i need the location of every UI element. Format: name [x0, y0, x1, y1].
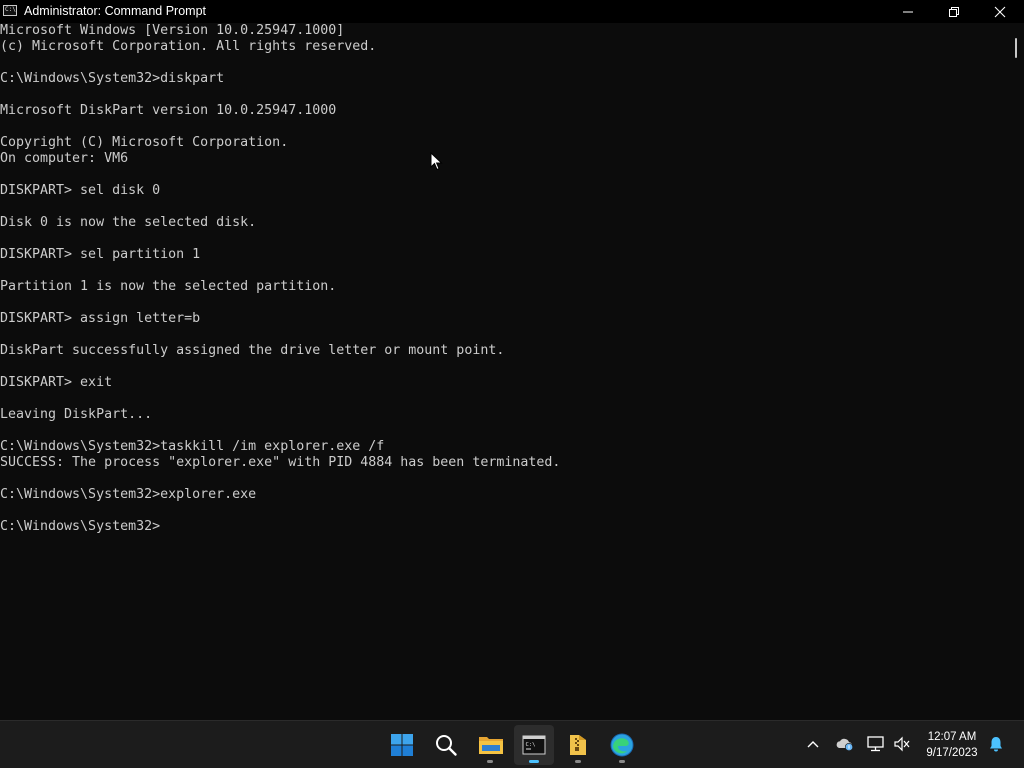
notification-bell-icon[interactable] — [988, 735, 1004, 753]
onedrive-icon[interactable] — [835, 736, 855, 752]
minimize-icon — [903, 11, 913, 13]
start-button[interactable] — [382, 725, 422, 765]
title-bar: C:\ Administrator: Command Prompt — [0, 0, 1024, 23]
minimize-button[interactable] — [885, 0, 931, 23]
console-line: DISKPART> assign letter=b — [0, 311, 201, 326]
console-line: Partition 1 is now the selected partitio… — [0, 279, 337, 294]
restore-button[interactable] — [931, 0, 977, 23]
console-icon[interactable]: C:\ — [3, 5, 17, 16]
window-title: Administrator: Command Prompt — [24, 4, 207, 18]
network-icon[interactable] — [866, 735, 886, 753]
console-line: DISKPART> sel disk 0 — [0, 183, 161, 198]
running-indicator — [575, 760, 581, 763]
console-line: Disk 0 is now the selected disk. — [0, 215, 257, 230]
console-line: (c) Microsoft Corporation. All rights re… — [0, 39, 377, 54]
edge-browser-icon — [610, 733, 634, 757]
console-line: DiskPart successfully assigned the drive… — [0, 343, 505, 358]
taskbar-app-command-prompt[interactable]: C:\ — [514, 725, 554, 765]
running-indicator — [619, 760, 625, 763]
close-icon — [994, 6, 1006, 18]
console-line: Copyright (C) Microsoft Corporation. — [0, 135, 289, 150]
system-clock[interactable]: 12:07 AM 9/17/2023 — [918, 729, 986, 761]
clock-date: 9/17/2023 — [926, 747, 978, 759]
console-line: C:\Windows\System32>diskpart — [0, 71, 225, 86]
search-button[interactable] — [426, 725, 466, 765]
folder-icon — [479, 737, 503, 754]
console-line: C:\Windows\System32>explorer.exe — [0, 487, 257, 502]
taskbar-app-archive-folder[interactable] — [558, 725, 598, 765]
console-line: C:\Windows\System32>taskkill /im explore… — [0, 439, 385, 454]
volume-muted-icon[interactable] — [893, 736, 911, 752]
console-line: Leaving DiskPart... — [0, 407, 153, 422]
console-line: Microsoft DiskPart version 10.0.25947.10… — [0, 103, 337, 118]
console-line: Microsoft Windows [Version 10.0.25947.10… — [0, 23, 345, 38]
clock-time: 12:07 AM — [927, 731, 977, 743]
mouse-cursor-icon — [430, 152, 443, 171]
console-line: C:\Windows\System32> — [0, 519, 161, 534]
scrollbar-thumb[interactable] — [1015, 38, 1017, 58]
vertical-scrollbar[interactable] — [1008, 23, 1024, 720]
zip-folder-icon — [570, 735, 586, 755]
taskbar-app-edge[interactable] — [602, 725, 642, 765]
console-line: SUCCESS: The process "explorer.exe" with… — [0, 455, 561, 470]
console-line: DISKPART> exit — [0, 375, 113, 390]
taskbar-app-file-explorer[interactable] — [470, 725, 510, 765]
console-line: On computer: VM6 — [0, 151, 129, 166]
running-indicator — [487, 760, 493, 763]
active-app-indicator — [529, 760, 539, 763]
windows-logo-icon — [391, 734, 413, 756]
terminal-icon: C:\ — [522, 735, 546, 755]
search-icon — [436, 735, 457, 756]
chevron-up-icon[interactable] — [806, 738, 820, 750]
restore-icon — [949, 7, 959, 17]
svg-text:C:\: C:\ — [526, 742, 536, 748]
console-line: DISKPART> sel partition 1 — [0, 247, 201, 262]
close-button[interactable] — [977, 0, 1023, 23]
console-output[interactable]: Microsoft Windows [Version 10.0.25947.10… — [0, 23, 1008, 720]
